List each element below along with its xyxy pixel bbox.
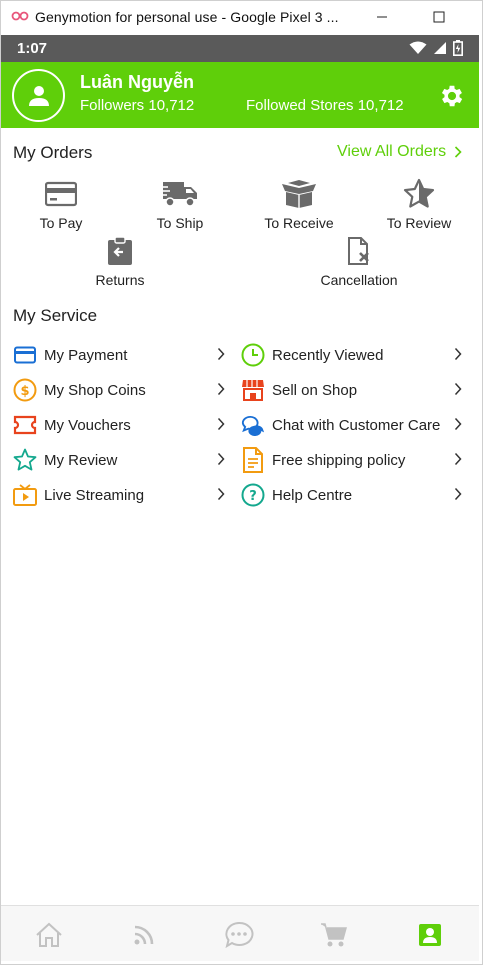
status-bar: 1:07 xyxy=(1,35,479,62)
user-icon xyxy=(28,85,49,106)
nav-profile[interactable] xyxy=(415,920,445,950)
order-label: To Review xyxy=(386,215,452,231)
svg-text:$: $ xyxy=(20,384,29,399)
order-cancellation[interactable]: Cancellation xyxy=(309,234,409,292)
avatar[interactable] xyxy=(12,69,65,122)
home-icon xyxy=(36,922,62,947)
service-label: Free shipping policy xyxy=(272,451,406,469)
status-time: 1:07 xyxy=(17,40,48,57)
gear-icon[interactable] xyxy=(438,82,466,110)
window-title: Genymotion for personal use - Google Pix… xyxy=(35,9,339,25)
service-label: Recently Viewed xyxy=(272,346,384,364)
service-free-shipping-policy[interactable]: Free shipping policy xyxy=(241,445,465,475)
order-label: Cancellation xyxy=(320,272,398,288)
service-label: Live Streaming xyxy=(44,486,145,504)
minimize-button[interactable] xyxy=(369,5,395,29)
truck-icon xyxy=(161,182,197,207)
chevron-right-icon xyxy=(454,382,462,396)
cart-icon xyxy=(321,923,347,947)
star-outline-icon xyxy=(13,448,37,471)
nav-cart[interactable] xyxy=(319,920,349,950)
maximize-button[interactable] xyxy=(426,5,452,29)
order-label: To Pay xyxy=(39,215,83,231)
profile-icon xyxy=(419,924,441,946)
chevron-right-icon xyxy=(217,417,225,431)
service-label: My Payment xyxy=(44,346,128,364)
minimize-icon xyxy=(377,16,387,18)
service-my-vouchers[interactable]: My Vouchers xyxy=(13,410,229,440)
storefront-icon xyxy=(242,380,264,401)
followed-stores-count[interactable]: Followed Stores 10,712 xyxy=(246,97,404,114)
service-sell-on-shop[interactable]: Sell on Shop xyxy=(241,375,465,405)
service-my-shop-coins[interactable]: $ My Shop Coins xyxy=(13,375,229,405)
service-chat-customer-care[interactable]: Chat with Customer Care xyxy=(241,410,465,440)
chevron-right-icon xyxy=(217,452,225,466)
window-titlebar: Genymotion for personal use - Google Pix… xyxy=(1,1,482,34)
chevron-right-icon xyxy=(454,347,462,361)
voucher-icon xyxy=(13,415,37,435)
chat-icon xyxy=(225,921,254,949)
chevron-right-icon xyxy=(217,382,225,396)
tv-icon xyxy=(13,484,37,506)
payment-card-icon xyxy=(14,346,36,364)
view-all-orders-link[interactable]: View All Orders xyxy=(337,143,462,161)
order-to-pay[interactable]: To Pay xyxy=(11,177,111,235)
svg-text:?: ? xyxy=(249,489,257,504)
cancel-document-icon xyxy=(348,237,369,265)
nav-home[interactable] xyxy=(34,920,64,950)
chat-bubbles-icon xyxy=(241,416,265,436)
chevron-right-icon xyxy=(217,487,225,501)
order-label: Returns xyxy=(95,272,145,288)
service-recently-viewed[interactable]: Recently Viewed xyxy=(241,340,465,370)
coin-icon: $ xyxy=(13,378,37,402)
service-label: Sell on Shop xyxy=(272,381,358,399)
service-my-review[interactable]: My Review xyxy=(13,445,229,475)
service-label: My Shop Coins xyxy=(44,381,146,399)
service-live-streaming[interactable]: Live Streaming xyxy=(13,480,229,510)
document-icon xyxy=(243,447,263,473)
nav-feed[interactable] xyxy=(129,920,159,950)
order-label: To Receive xyxy=(264,215,334,231)
wifi-icon xyxy=(409,41,427,54)
chevron-right-icon xyxy=(454,452,462,466)
nav-chat[interactable] xyxy=(224,920,254,950)
service-label: My Vouchers xyxy=(44,416,131,434)
battery-icon xyxy=(453,40,463,56)
star-icon xyxy=(403,178,435,208)
profile-header: Luân Nguyễn Followers 10,712 Followed St… xyxy=(1,62,479,128)
service-label: Help Centre xyxy=(272,486,353,504)
view-all-orders-label: View All Orders xyxy=(337,143,447,160)
service-label: My Review xyxy=(44,451,118,469)
status-icons xyxy=(409,40,463,56)
my-service-title: My Service xyxy=(13,306,98,325)
order-returns[interactable]: Returns xyxy=(70,234,170,292)
open-box-icon xyxy=(282,180,316,208)
emulator-window: Genymotion for personal use - Google Pix… xyxy=(0,0,483,965)
chevron-right-icon xyxy=(454,487,462,501)
chevron-right-icon xyxy=(455,146,462,158)
chevron-right-icon xyxy=(217,347,225,361)
credit-card-icon xyxy=(45,181,77,207)
genymotion-logo-icon xyxy=(11,11,29,21)
order-to-review[interactable]: To Review xyxy=(369,177,469,235)
clock-icon xyxy=(241,343,265,367)
order-to-receive[interactable]: To Receive xyxy=(249,177,349,235)
followers-count[interactable]: Followers 10,712 xyxy=(80,97,194,114)
service-my-payment[interactable]: My Payment xyxy=(13,340,229,370)
user-name[interactable]: Luân Nguyễn xyxy=(80,72,194,93)
order-label: To Ship xyxy=(156,215,204,231)
help-icon: ? xyxy=(241,483,265,507)
order-to-ship[interactable]: To Ship xyxy=(130,177,230,235)
service-help-centre[interactable]: ? Help Centre xyxy=(241,480,465,510)
signal-icon xyxy=(434,42,446,54)
my-orders-title: My Orders xyxy=(13,143,93,162)
maximize-icon xyxy=(433,11,445,23)
bottom-navigation xyxy=(1,905,479,961)
chevron-right-icon xyxy=(454,417,462,431)
service-label: Chat with Customer Care xyxy=(272,416,441,434)
return-clipboard-icon xyxy=(108,236,132,265)
feed-icon xyxy=(134,925,154,945)
